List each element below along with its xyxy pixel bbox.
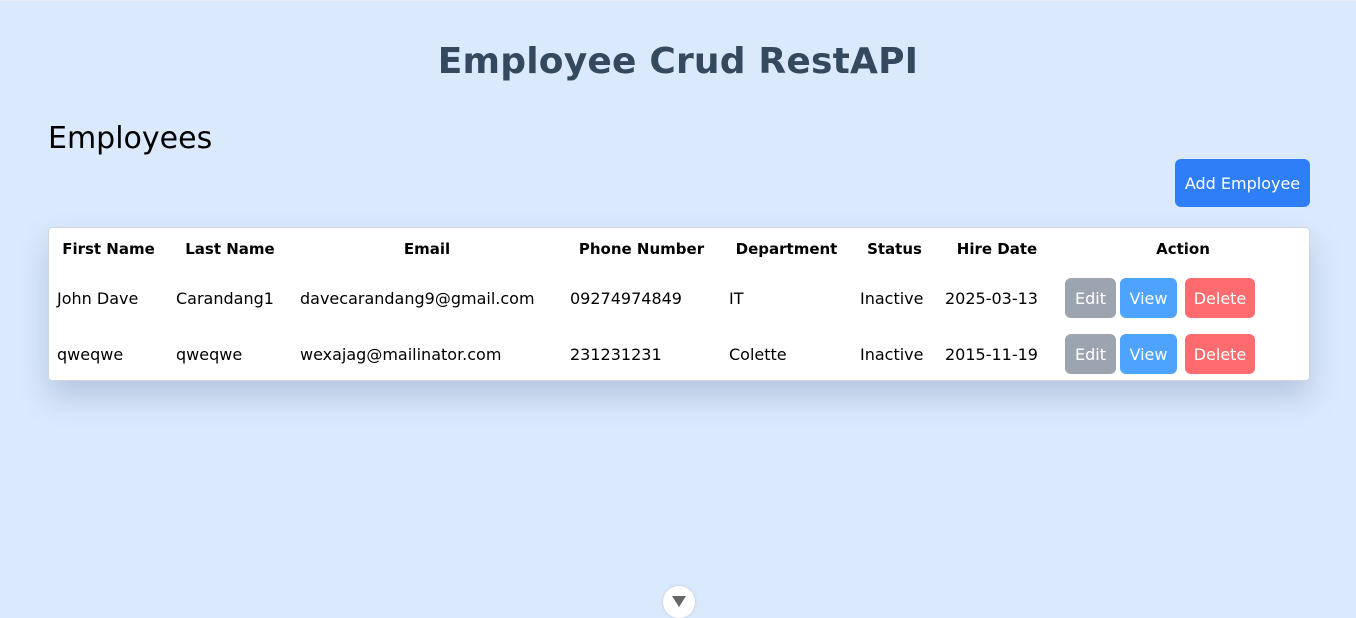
column-header-action: Action	[1156, 240, 1210, 258]
table-row: John Dave Carandang1 davecarandang9@gmai…	[49, 270, 1309, 326]
delete-button[interactable]: Delete	[1185, 334, 1255, 374]
cell-email: wexajag@mailinator.com	[300, 344, 502, 364]
cell-last-name: qweqwe	[176, 344, 243, 364]
cell-status: Inactive	[860, 344, 924, 364]
cell-hire-date: 2015-11-19	[945, 344, 1038, 364]
add-employee-button[interactable]: Add Employee	[1175, 159, 1310, 207]
column-header-department: Department	[735, 240, 838, 258]
employees-table: First Name Last Name Email Phone Number …	[49, 228, 1309, 382]
chevron-down-icon	[672, 596, 686, 607]
view-button[interactable]: View	[1120, 278, 1177, 318]
cell-hire-date: 2025-03-13	[945, 288, 1038, 308]
cell-first-name: qweqwe	[57, 344, 124, 364]
cell-phone-number: 231231231	[570, 344, 662, 364]
cell-email: davecarandang9@gmail.com	[300, 288, 535, 308]
column-header-last-name: Last Name	[185, 240, 275, 258]
cell-actions: Edit View Delete	[1057, 270, 1309, 326]
cell-phone-number: 09274974849	[570, 288, 682, 308]
table-body: John Dave Carandang1 davecarandang9@gmai…	[49, 270, 1309, 382]
column-header-email: Email	[403, 240, 451, 258]
view-button[interactable]: View	[1120, 334, 1177, 374]
table-row: qweqwe qweqwe wexajag@mailinator.com 231…	[49, 326, 1309, 382]
scroll-down-handle[interactable]	[663, 586, 695, 618]
edit-button[interactable]: Edit	[1065, 278, 1116, 318]
delete-button[interactable]: Delete	[1185, 278, 1255, 318]
column-header-hire-date: Hire Date	[956, 240, 1038, 258]
column-header-status: Status	[867, 240, 922, 258]
employees-table-card: First Name Last Name Email Phone Number …	[48, 227, 1310, 381]
cell-status: Inactive	[860, 288, 924, 308]
table-header-row: First Name Last Name Email Phone Number …	[49, 228, 1309, 270]
table-header: First Name Last Name Email Phone Number …	[49, 228, 1309, 270]
app-title: Employee Crud RestAPI	[437, 41, 919, 82]
edit-button[interactable]: Edit	[1065, 334, 1116, 374]
section-title: Employees	[48, 121, 213, 156]
cell-first-name: John Dave	[57, 288, 139, 308]
column-header-phone-number: Phone Number	[578, 240, 705, 258]
cell-actions: Edit View Delete	[1057, 326, 1309, 382]
cell-department: IT	[729, 288, 744, 308]
cell-department: Colette	[729, 344, 787, 364]
cell-last-name: Carandang1	[176, 288, 274, 308]
page-frame: Employee Crud RestAPI Employees Add Empl…	[0, 0, 1356, 618]
column-header-first-name: First Name	[62, 240, 155, 258]
